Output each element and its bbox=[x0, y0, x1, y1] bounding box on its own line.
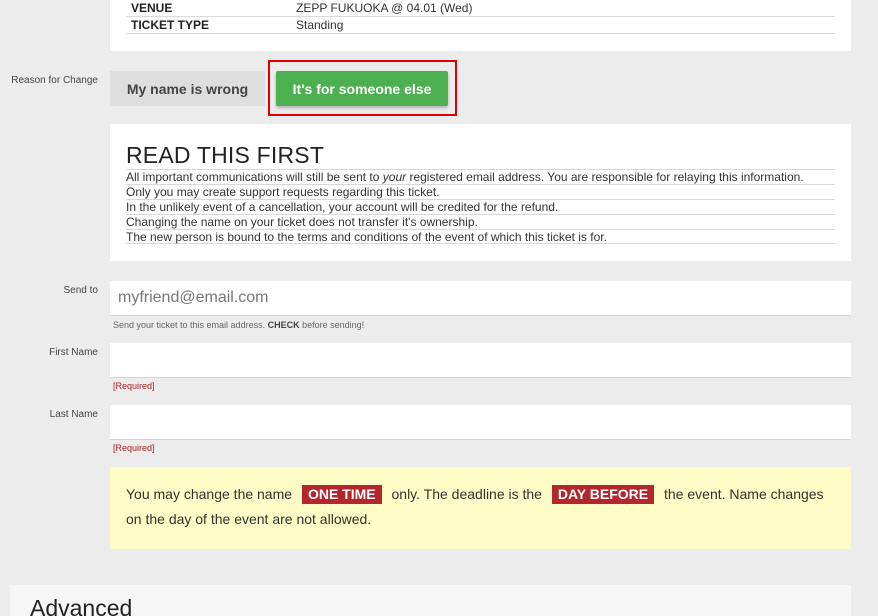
note-line: Only you may create support requests reg… bbox=[126, 184, 835, 199]
ticket-info-panel: VENUE ZEPP FUKUOKA @ 04.01 (Wed) TICKET … bbox=[110, 0, 851, 51]
reason-label: Reason for Change bbox=[11, 75, 98, 86]
name-change-notice: You may change the name ONE TIME only. T… bbox=[110, 467, 851, 549]
advanced-title[interactable]: Advanced bbox=[30, 595, 132, 616]
info-row-venue: VENUE ZEPP FUKUOKA @ 04.01 (Wed) bbox=[126, 0, 835, 17]
read-first-panel: READ THIS FIRST All important communicat… bbox=[110, 124, 851, 261]
advanced-panel: Advanced bbox=[10, 585, 851, 616]
name-is-wrong-button[interactable]: My name is wrong bbox=[110, 71, 265, 106]
info-row-ticket-type: TICKET TYPE Standing bbox=[126, 17, 835, 34]
one-time-badge: ONE TIME bbox=[301, 485, 382, 504]
last-name-input[interactable] bbox=[110, 405, 851, 440]
info-key: VENUE bbox=[131, 1, 173, 15]
day-before-badge: DAY BEFORE bbox=[551, 485, 655, 504]
read-first-title: READ THIS FIRST bbox=[126, 142, 325, 168]
first-name-label: First Name bbox=[49, 347, 98, 358]
info-key: TICKET TYPE bbox=[131, 18, 210, 32]
note-line: In the unlikely event of a cancellation,… bbox=[126, 199, 835, 214]
info-value: Standing bbox=[296, 18, 344, 32]
note-line: Changing the name on your ticket does no… bbox=[126, 214, 835, 229]
send-to-label: Send to bbox=[63, 285, 98, 296]
selection-highlight bbox=[268, 60, 457, 116]
last-name-label: Last Name bbox=[49, 409, 98, 420]
send-to-hint: Send your ticket to this email address. … bbox=[113, 320, 365, 330]
send-to-email-input[interactable] bbox=[110, 281, 851, 316]
note-line: All important communications will still … bbox=[126, 169, 835, 184]
first-name-required: [Required] bbox=[113, 381, 155, 391]
info-value: ZEPP FUKUOKA @ 04.01 (Wed) bbox=[296, 1, 473, 15]
last-name-required: [Required] bbox=[113, 443, 155, 453]
note-line: The new person is bound to the terms and… bbox=[126, 229, 835, 244]
first-name-input[interactable] bbox=[110, 343, 851, 378]
